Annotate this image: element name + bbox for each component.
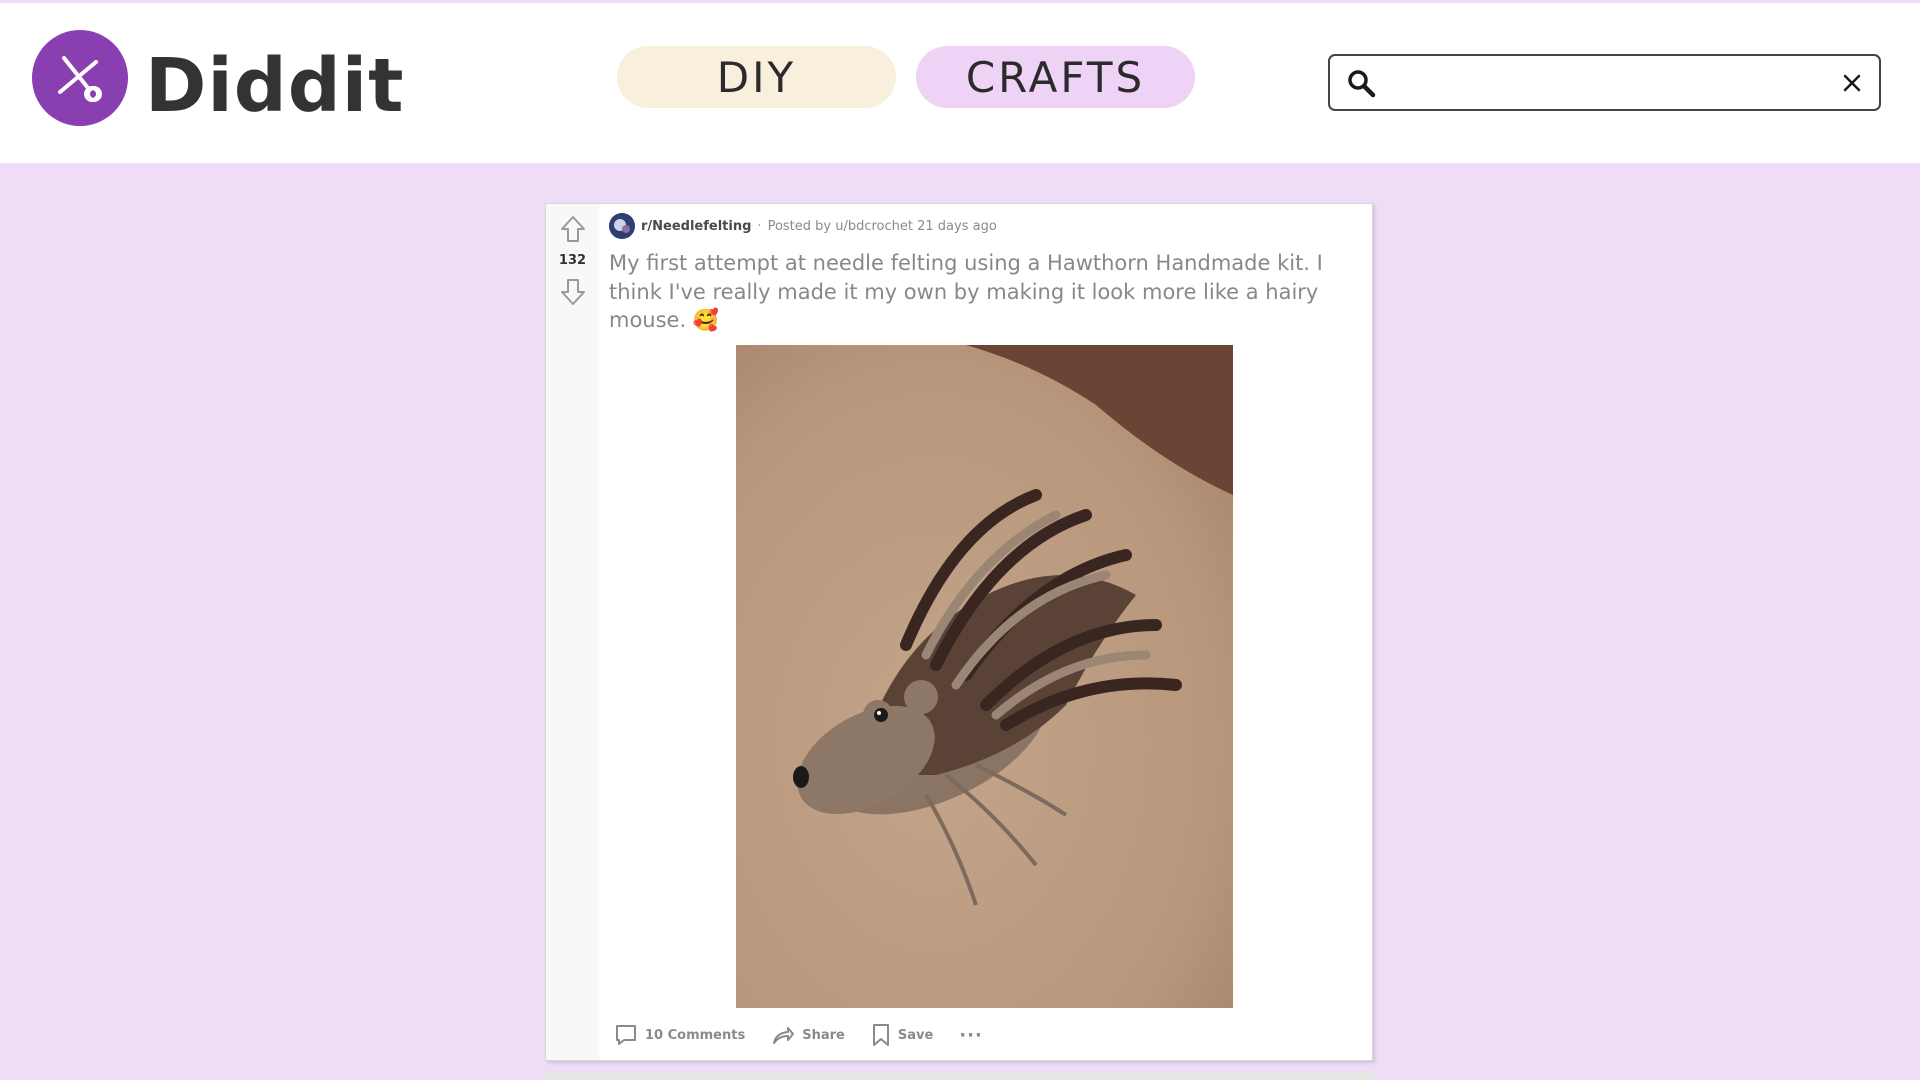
comments-button[interactable]: 10 Comments — [614, 1023, 745, 1047]
search-icon — [1344, 66, 1378, 100]
more-options-icon[interactable]: ··· — [959, 1025, 983, 1046]
scissors-logo-icon[interactable] — [32, 30, 128, 126]
subreddit-avatar[interactable] — [609, 213, 635, 239]
site-header: Diddit DIY CRAFTS — [0, 3, 1920, 163]
next-card-edge — [545, 1072, 1373, 1080]
share-button[interactable]: Share — [771, 1023, 845, 1047]
close-icon[interactable] — [1837, 68, 1867, 98]
vote-column: 132 — [546, 204, 599, 1060]
comments-label: 10 Comments — [645, 1027, 746, 1043]
post-card: 132 r/Needlefelting · Posted by u/bdcroc… — [545, 203, 1373, 1061]
brand-name[interactable]: Diddit — [145, 41, 404, 131]
downvote-arrow-icon[interactable] — [558, 277, 588, 307]
post-actions: 10 Comments Share Save ··· — [614, 1020, 983, 1050]
meta-separator: · — [757, 218, 762, 234]
tab-crafts[interactable]: CRAFTS — [916, 46, 1195, 108]
upvote-arrow-icon[interactable] — [558, 214, 588, 244]
comment-icon — [616, 1025, 636, 1045]
post-image[interactable] — [736, 345, 1233, 1008]
save-label: Save — [897, 1027, 934, 1043]
subreddit-link[interactable]: r/Needlefelting — [641, 219, 751, 234]
bookmark-icon — [872, 1024, 889, 1046]
share-icon — [773, 1027, 795, 1044]
post-title[interactable]: My first attempt at needle felting using… — [609, 249, 1349, 335]
posted-by[interactable]: Posted by u/bdcrochet 21 days ago — [768, 219, 997, 234]
tab-diy[interactable]: DIY — [617, 46, 896, 108]
post-meta: r/Needlefelting · Posted by u/bdcrochet … — [609, 213, 997, 239]
search-bar[interactable] — [1328, 54, 1881, 111]
save-button[interactable]: Save — [871, 1023, 933, 1047]
search-input[interactable] — [1378, 56, 1837, 109]
vote-count: 132 — [558, 253, 587, 268]
share-label: Share — [802, 1027, 845, 1043]
